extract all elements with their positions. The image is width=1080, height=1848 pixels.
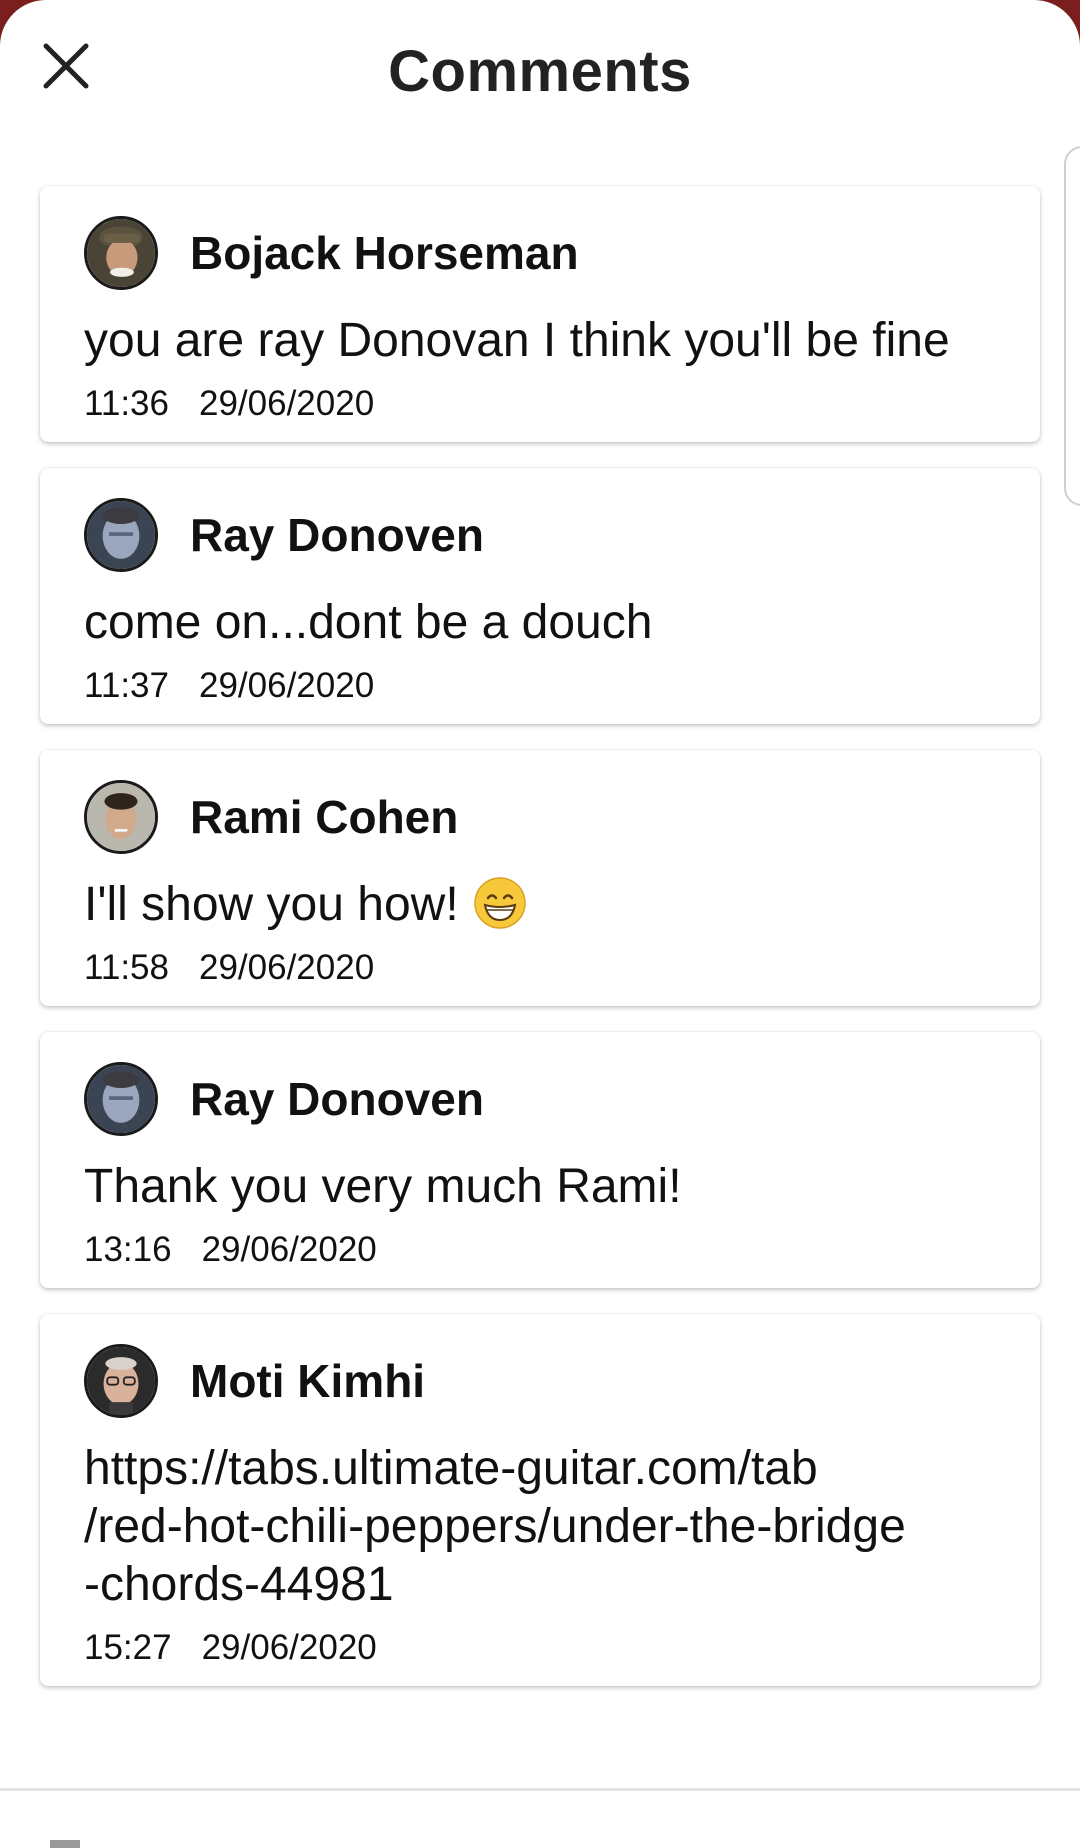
comment-author[interactable]: Rami Cohen: [190, 790, 458, 844]
side-drawer-handle[interactable]: [1064, 146, 1080, 506]
avatar[interactable]: [84, 1062, 158, 1136]
comment-card: Bojack Horseman you are ray Donovan I th…: [40, 186, 1040, 442]
avatar[interactable]: [84, 498, 158, 572]
comment-header: Ray Donoven: [84, 1062, 996, 1136]
comment-author[interactable]: Ray Donoven: [190, 508, 484, 562]
comments-header: Comments: [0, 0, 1080, 150]
comment-author[interactable]: Moti Kimhi: [190, 1354, 425, 1408]
comment-timestamp: 13:16 29/06/2020: [84, 1230, 996, 1270]
comment-card: Rami Cohen I'll show you how! 11:58 29/06…: [40, 750, 1040, 1006]
comments-sheet: Comments Bojack Horseman you are ray Don…: [0, 0, 1080, 1848]
page-title: Comments: [388, 39, 692, 104]
comment-text: you are ray Donovan I think you'll be fi…: [84, 314, 950, 367]
footer-input-icon[interactable]: [50, 1840, 80, 1848]
comment-text: Thank you very much Rami!: [84, 1160, 682, 1213]
comment-date: 29/06/2020: [199, 666, 375, 705]
comment-link-text[interactable]: https://tabs.ultimate-guitar.com/tab /re…: [84, 1440, 996, 1614]
comment-header: Ray Donoven: [84, 498, 996, 572]
avatar[interactable]: [84, 216, 158, 290]
comment-card: Ray Donoven come on...dont be a douch 11…: [40, 468, 1040, 724]
avatar[interactable]: [84, 780, 158, 854]
comment-header: Bojack Horseman: [84, 216, 996, 290]
comment-date: 29/06/2020: [201, 1628, 377, 1667]
comment-timestamp: 11:37 29/06/2020: [84, 666, 996, 706]
comment-text: I'll show you how!: [84, 876, 996, 934]
comment-date: 29/06/2020: [199, 948, 375, 987]
comment-text-content: I'll show you how!: [84, 878, 459, 931]
comment-time: 11:58: [84, 948, 169, 987]
footer-divider: [0, 1788, 1080, 1791]
comment-time: 11:36: [84, 384, 169, 423]
comment-timestamp: 11:58 29/06/2020: [84, 948, 996, 988]
comment-text: come on...dont be a douch: [84, 596, 653, 649]
comment-time: 11:37: [84, 666, 169, 705]
comment-header: Moti Kimhi: [84, 1344, 996, 1418]
comment-time: 15:27: [84, 1628, 172, 1667]
grinning-emoji-icon: [473, 876, 527, 930]
comment-header: Rami Cohen: [84, 780, 996, 854]
comment-timestamp: 11:36 29/06/2020: [84, 384, 996, 424]
comment-date: 29/06/2020: [201, 1230, 377, 1269]
comment-author[interactable]: Ray Donoven: [190, 1072, 484, 1126]
comment-card: Ray Donoven Thank you very much Rami! 13…: [40, 1032, 1040, 1288]
comment-card: Moti Kimhi https://tabs.ultimate-guitar.…: [40, 1314, 1040, 1686]
comments-list: Bojack Horseman you are ray Donovan I th…: [40, 186, 1040, 1712]
comment-timestamp: 15:27 29/06/2020: [84, 1628, 996, 1668]
comment-author[interactable]: Bojack Horseman: [190, 226, 579, 280]
comment-date: 29/06/2020: [199, 384, 375, 423]
avatar[interactable]: [84, 1344, 158, 1418]
comment-time: 13:16: [84, 1230, 172, 1269]
